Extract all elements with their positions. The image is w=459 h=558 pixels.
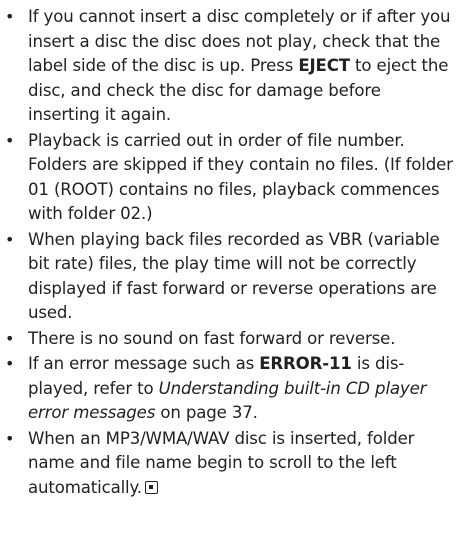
item-text: When playing back files recorded as VBR …: [28, 229, 440, 323]
list-item: • If you cannot insert a disc completely …: [0, 5, 459, 128]
item-text: When an MP3/WMA/WAV disc is inserted, fo…: [28, 428, 415, 497]
end-of-section-icon: [144, 480, 158, 494]
bullet-marker: •: [5, 229, 15, 249]
item-text: If an error message such as: [28, 354, 260, 373]
bullet-marker: •: [5, 428, 15, 448]
eject-button-name: EJECT: [298, 56, 350, 75]
bullet-marker: •: [5, 328, 15, 348]
list-item: • Playback is carried out in order of fil…: [0, 129, 459, 227]
list-item: • When an MP3/WMA/WAV disc is inserted, f…: [0, 427, 459, 501]
bullet-marker: •: [5, 7, 15, 26]
list-item: • When playing back files recorded as VBR…: [0, 228, 459, 326]
item-text: Playback is carried out in order of file…: [28, 130, 453, 224]
item-text: There is no sound on fast forward or rev…: [28, 328, 396, 348]
item-text: on page 37.: [155, 403, 258, 422]
notes-list: • If you cannot insert a disc completely …: [0, 5, 459, 500]
error-code: ERROR-11: [259, 354, 352, 373]
list-item: • If an error message such as ERROR-11 is…: [0, 352, 459, 426]
bullet-marker: •: [5, 354, 15, 373]
list-item: • There is no sound on fast forward or re…: [0, 327, 459, 352]
manual-page: • If you cannot insert a disc completely …: [0, 0, 459, 558]
bullet-marker: •: [5, 130, 15, 150]
